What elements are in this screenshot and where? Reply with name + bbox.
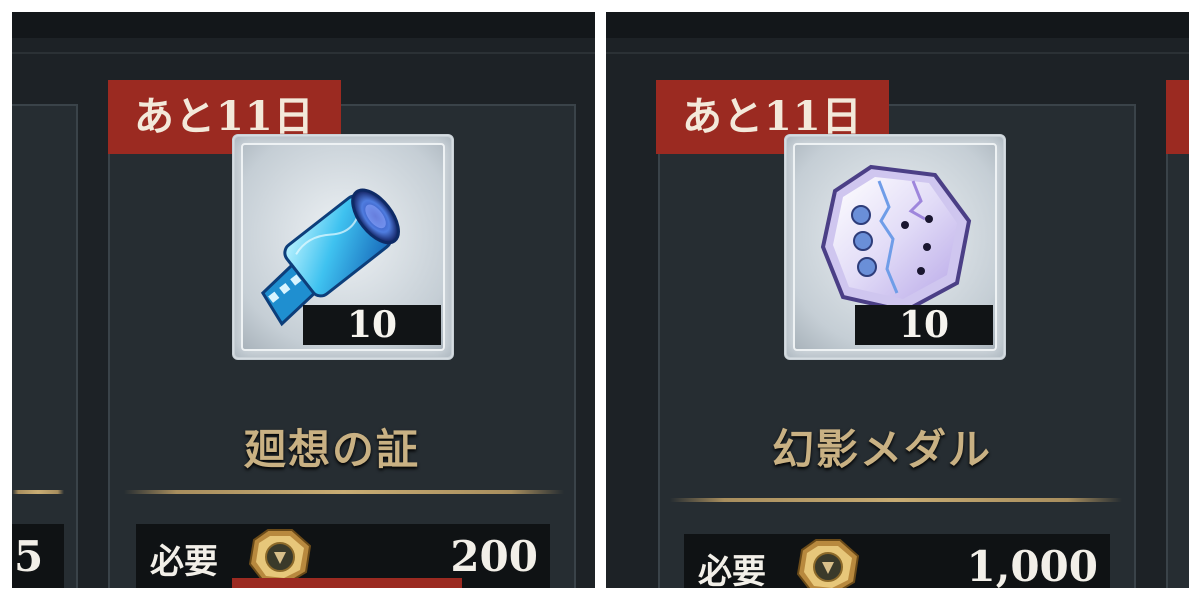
divider bbox=[606, 52, 1189, 54]
item-quantity: 10 bbox=[855, 305, 993, 345]
cost-value: 1,000 bbox=[966, 542, 1098, 588]
cost-label: 必要 bbox=[698, 552, 766, 588]
gold-divider bbox=[124, 490, 564, 494]
cost-label: 必要 bbox=[150, 542, 218, 582]
cost-row-partial: 5 bbox=[12, 524, 64, 588]
film-canister-icon bbox=[260, 188, 400, 327]
item-icon-frame[interactable]: 10 bbox=[232, 134, 454, 360]
shop-panel-right: あと11日 10 幻影メダル 必要 1,000 bbox=[606, 12, 1189, 588]
days-remaining-badge-partial bbox=[1166, 80, 1189, 154]
item-name: 幻影メダル bbox=[772, 425, 993, 474]
shop-panel-left: 5 あと11日 10 廻想の証 必要 200 bbox=[12, 12, 595, 588]
cost-row: 必要 1,000 bbox=[684, 534, 1110, 588]
purchase-tab[interactable] bbox=[232, 578, 462, 588]
gold-divider bbox=[12, 490, 64, 494]
top-bar bbox=[606, 12, 1189, 38]
item-name: 廻想の証 bbox=[244, 425, 421, 474]
gold-medal-coin-icon bbox=[796, 539, 860, 588]
item-quantity: 10 bbox=[303, 305, 441, 345]
shop-item-card-partial[interactable] bbox=[12, 104, 78, 588]
item-icon-frame[interactable]: 10 bbox=[784, 134, 1006, 360]
top-bar bbox=[12, 12, 595, 38]
phantom-medal-icon bbox=[820, 164, 972, 314]
divider bbox=[12, 52, 595, 54]
cost-value: 200 bbox=[450, 532, 538, 581]
gold-divider bbox=[670, 498, 1122, 502]
shop-item-card-partial[interactable] bbox=[1166, 104, 1189, 588]
cost-value: 5 bbox=[14, 532, 44, 581]
